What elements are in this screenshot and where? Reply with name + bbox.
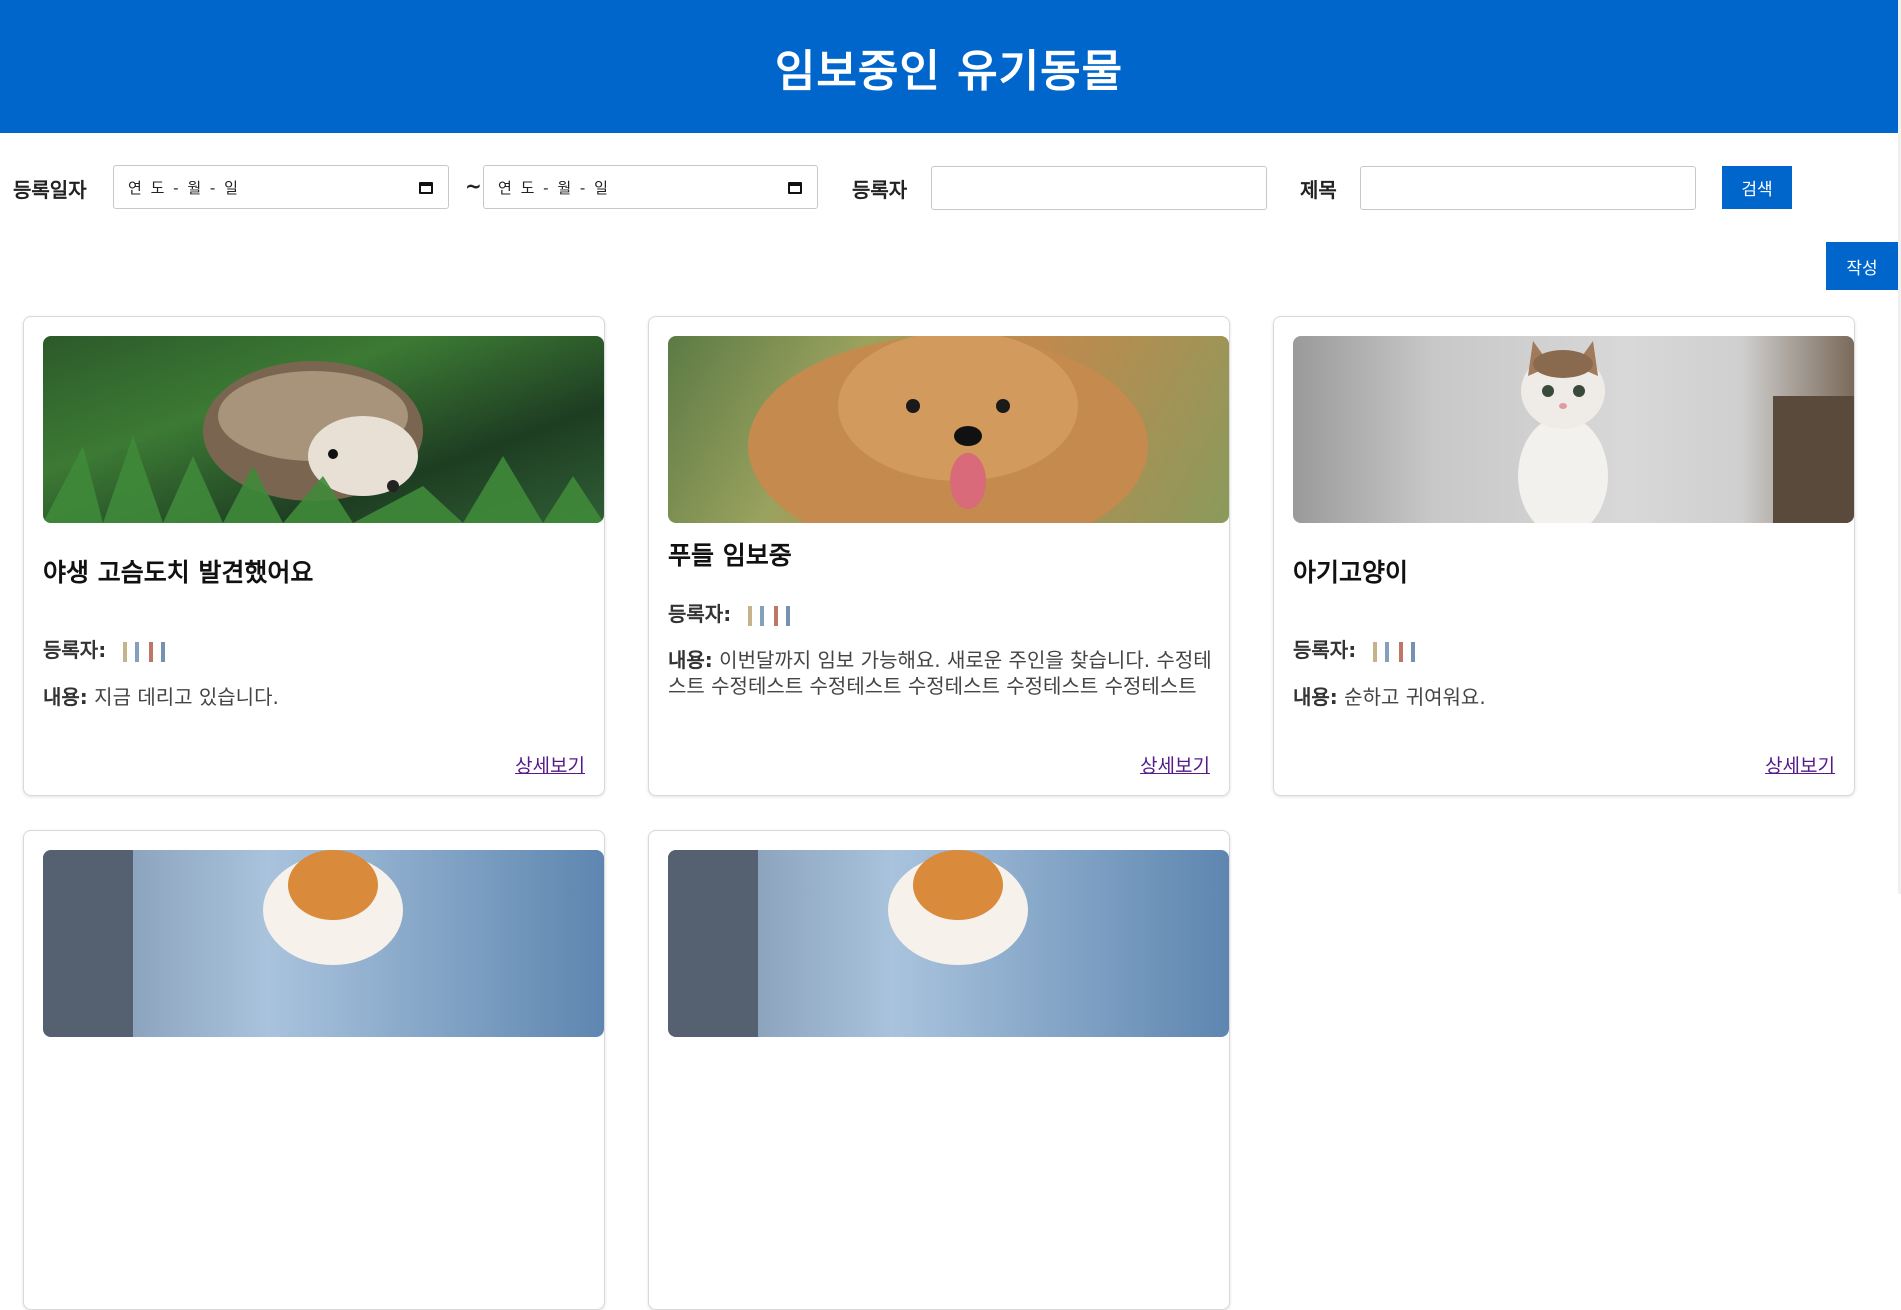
redacted-author: [1362, 641, 1423, 662]
animal-card: 아기고양이 등록자: 내용: 순하고 귀여워요. 상세보기: [1273, 316, 1855, 796]
date-to-input[interactable]: 연 도 - 월 - 일: [483, 165, 818, 209]
card-content: 내용: 순하고 귀여워요.: [1293, 684, 1854, 710]
title-filter-label: 제목: [1300, 178, 1337, 202]
animal-card: [23, 830, 605, 1310]
calendar-icon[interactable]: [418, 179, 434, 195]
poodle-photo: [668, 336, 1229, 523]
date-from-input[interactable]: 연 도 - 월 - 일: [113, 165, 449, 209]
card-title: 아기고양이: [1293, 558, 1409, 587]
card-title: 야생 고슴도치 발견했어요: [43, 558, 314, 587]
animal-card: [648, 830, 1230, 1310]
card-author: 등록자:: [668, 601, 1229, 627]
author-label: 등록자:: [668, 602, 732, 626]
content-label: 내용:: [43, 685, 88, 709]
title-input[interactable]: [1360, 166, 1696, 210]
hedgehog-photo: [43, 336, 604, 523]
content-text: 이번달까지 임보 가능해요. 새로운 주인을 찾습니다. 수정테스트 수정테스트…: [668, 648, 1212, 698]
detail-link[interactable]: 상세보기: [1765, 751, 1835, 778]
content-text: 순하고 귀여워요.: [1344, 685, 1486, 709]
detail-link[interactable]: 상세보기: [515, 751, 585, 778]
author-label: 등록자:: [1293, 638, 1357, 662]
search-button[interactable]: 검색: [1722, 166, 1792, 209]
content-text: 지금 데리고 있습니다.: [94, 685, 279, 709]
animal-card: 야생 고슴도치 발견했어요 등록자: 내용: 지금 데리고 있습니다. 상세보기: [23, 316, 605, 796]
redacted-author: [737, 605, 798, 626]
content-label: 내용:: [1293, 685, 1338, 709]
date-range-separator: ~: [465, 174, 482, 198]
pomeranian-photo: [668, 850, 1229, 1037]
card-author: 등록자:: [1293, 637, 1854, 663]
page-title: 임보중인 유기동물: [774, 45, 1124, 97]
date-filter-label: 등록일자: [13, 178, 87, 202]
content-label: 내용:: [668, 648, 713, 672]
pomeranian-photo: [43, 850, 604, 1037]
date-to-placeholder: 연 도 - 월 - 일: [498, 178, 610, 197]
card-content: 내용: 이번달까지 임보 가능해요. 새로운 주인을 찾습니다. 수정테스트 수…: [668, 647, 1229, 699]
detail-link[interactable]: 상세보기: [1140, 751, 1210, 778]
card-author: 등록자:: [43, 637, 604, 663]
date-from-placeholder: 연 도 - 월 - 일: [128, 178, 240, 197]
card-content: 내용: 지금 데리고 있습니다.: [43, 684, 604, 710]
author-filter-label: 등록자: [852, 178, 908, 202]
animal-card: 푸들 임보중 등록자: 내용: 이번달까지 임보 가능해요. 새로운 주인을 찾…: [648, 316, 1230, 796]
kitten-photo: [1293, 336, 1854, 523]
write-button[interactable]: 작성: [1826, 242, 1898, 290]
card-title: 푸들 임보중: [668, 541, 792, 570]
page-header: 임보중인 유기동물: [0, 0, 1898, 133]
author-label: 등록자:: [43, 638, 107, 662]
redacted-author: [112, 641, 173, 662]
author-input[interactable]: [931, 166, 1267, 210]
calendar-icon[interactable]: [787, 179, 803, 195]
